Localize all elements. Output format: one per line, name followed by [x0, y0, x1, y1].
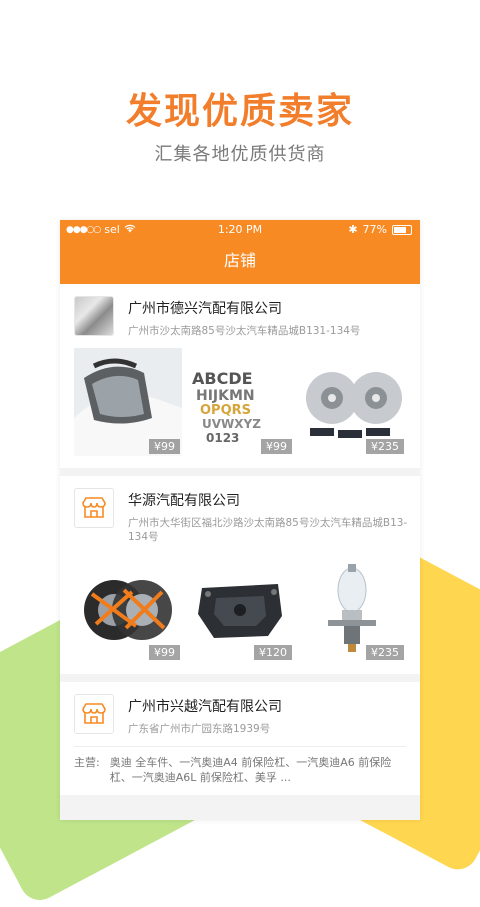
store-name[interactable]: 广州市德兴汽配有限公司 — [128, 298, 408, 318]
product-thumb[interactable]: ¥235 — [298, 554, 406, 662]
product-thumb[interactable]: ¥99 — [74, 348, 182, 456]
promo-headline: 发现优质卖家 — [125, 91, 354, 132]
product-thumb[interactable]: ABCDE HIJKMN OPQRS UVWXYZ 0123 ¥99 — [186, 348, 294, 456]
svg-text:HIJKMN: HIJKMN — [196, 388, 255, 404]
main-business: 主营: 奥迪 全车件、一汽奥迪A4 前保险杠、一汽奥迪A6 前保险杠、一汽奥迪A… — [74, 746, 406, 795]
store-logo — [74, 488, 114, 528]
product-row: ¥99 ¥120 ¥235 — [74, 554, 406, 674]
svg-text:0123: 0123 — [206, 431, 239, 445]
product-price: ¥99 — [149, 439, 180, 454]
store-header: 广州市兴越汽配有限公司 广东省广州市广园东路1939号 — [74, 694, 406, 736]
svg-text:OPQRS: OPQRS — [200, 403, 251, 418]
store-address: 广东省广州市广园东路1939号 — [128, 723, 271, 735]
promo-subline: 汇集各地优质供货商 — [154, 144, 326, 165]
product-price: ¥120 — [254, 645, 292, 660]
store-logo — [74, 694, 114, 734]
product-price: ¥99 — [149, 645, 180, 660]
store-address: 广州市沙太南路85号沙太汽车精品城B131-134号 — [128, 325, 361, 337]
product-thumb[interactable]: ¥99 — [74, 554, 182, 662]
store-info: 广州市德兴汽配有限公司 广州市沙太南路85号沙太汽车精品城B131-134号 — [128, 296, 408, 338]
product-row: ¥99 ABCDE HIJKMN OPQRS UVWXYZ 0123 ¥99 ¥… — [74, 348, 406, 468]
store-header: 华源汽配有限公司 广州市大华街区福北沙路沙太南路85号沙太汽车精品城B13-13… — [74, 488, 408, 544]
product-price: ¥235 — [366, 439, 404, 454]
store-info: 广州市兴越汽配有限公司 广东省广州市广园东路1939号 — [128, 694, 408, 736]
store-name[interactable]: 华源汽配有限公司 — [128, 490, 408, 510]
store-address: 广州市大华街区福北沙路沙太南路85号沙太汽车精品城B13-134号 — [128, 517, 408, 543]
nav-title: 店铺 — [223, 251, 256, 270]
store-card[interactable]: 广州市兴越汽配有限公司 广东省广州市广园东路1939号 主营: 奥迪 全车件、一… — [60, 682, 420, 795]
svg-text:ABCDE: ABCDE — [192, 369, 253, 388]
main-business-label: 主营: — [74, 756, 100, 769]
shop-icon — [82, 497, 106, 518]
status-right: ✱ 77% — [348, 223, 412, 236]
phone-screen: ●●●○○ sel 1:20 PM ✱ 77% 店铺 广州市德兴汽配有限公司 广… — [60, 220, 420, 820]
store-logo — [74, 296, 114, 336]
battery-icon — [392, 224, 412, 235]
product-price: ¥99 — [261, 439, 292, 454]
store-header: 广州市德兴汽配有限公司 广州市沙太南路85号沙太汽车精品城B131-134号 — [74, 296, 406, 338]
main-business-text: 奥迪 全车件、一汽奥迪A4 前保险杠、一汽奥迪A6 前保险杠、一汽奥迪A6L 前… — [109, 756, 392, 784]
product-thumb[interactable]: ¥120 — [186, 554, 294, 662]
battery-percent: 77% — [362, 223, 387, 236]
store-name[interactable]: 广州市兴越汽配有限公司 — [128, 696, 408, 716]
status-bar: ●●●○○ sel 1:20 PM ✱ 77% — [60, 220, 420, 240]
bluetooth-icon: ✱ — [348, 223, 358, 236]
nav-bar: 店铺 — [60, 240, 420, 284]
product-thumb[interactable]: ¥235 — [298, 348, 406, 456]
store-info: 华源汽配有限公司 广州市大华街区福北沙路沙太南路85号沙太汽车精品城B13-13… — [128, 488, 408, 544]
store-card[interactable]: 广州市德兴汽配有限公司 广州市沙太南路85号沙太汽车精品城B131-134号 ¥… — [60, 284, 420, 468]
product-price: ¥235 — [366, 645, 404, 660]
svg-text:UVWXYZ: UVWXYZ — [202, 417, 261, 431]
store-card[interactable]: 华源汽配有限公司 广州市大华街区福北沙路沙太南路85号沙太汽车精品城B13-13… — [60, 476, 420, 674]
shop-icon — [82, 703, 106, 724]
